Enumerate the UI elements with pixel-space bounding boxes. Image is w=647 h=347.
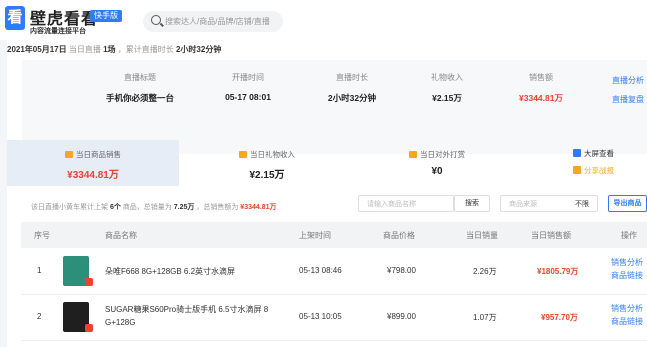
stat-label: 直播时长 [336, 73, 368, 82]
cart-icon [65, 151, 73, 158]
live-tag-icon [85, 324, 93, 332]
table-header: 序号 商品名称 上架时间 商品价格 当日销量 当日销售额 操作 [21, 222, 647, 248]
th-name: 商品名称 [105, 231, 137, 240]
stat-value[interactable]: 手机你必须整一台 [84, 92, 196, 104]
stat-value: ¥2.15万 [432, 93, 462, 103]
sales-analysis-link[interactable]: 销售分析 [611, 302, 643, 315]
sales-analysis-link[interactable]: 销售分析 [611, 256, 643, 269]
product-thumbnail[interactable] [63, 302, 93, 332]
product-link[interactable]: 商品链接 [611, 269, 643, 282]
card-value: ¥2.15万 [249, 170, 285, 181]
card-gift-income[interactable]: 当日礼物收入 ¥2.15万 [197, 140, 337, 186]
stat-label: 礼物收入 [431, 73, 463, 82]
gift-icon [239, 151, 247, 158]
summary-date: 2021年05月17日 [7, 45, 67, 54]
card-goods-sales[interactable]: 当日商品销售 ¥3344.81万 [7, 140, 179, 186]
stat-start-time: 开播时间 05-17 08:01 [208, 72, 288, 102]
stat-label: 开播时间 [232, 73, 264, 82]
live-replay-link[interactable]: 直播复盘 [612, 94, 644, 105]
source-placeholder: 商品来源 [509, 201, 537, 208]
th-index: 序号 [34, 231, 50, 240]
global-search-placeholder: 搜索达人/商品/品牌/店铺/直播 [165, 17, 270, 26]
card-label: 当日礼物收入 [197, 149, 337, 160]
card-tips-out[interactable]: 当日对外打赏 ¥0 [367, 140, 507, 186]
goods-source-select[interactable]: 商品来源 不限 [500, 195, 598, 212]
row-index: 1 [37, 266, 42, 275]
live-tag-icon [85, 278, 93, 286]
product-thumbnail[interactable] [63, 256, 93, 286]
table-row: 1 朵唯F668 8G+128GB 6.2英寸水滴屏 05-13 08:46 ¥… [21, 248, 647, 295]
big-screen-link[interactable]: 大屏查看 [573, 148, 614, 159]
stat-duration: 直播时长 2小时32分钟 [312, 72, 392, 104]
row-index: 2 [37, 312, 42, 321]
export-goods-button[interactable]: 导出商品 [608, 195, 647, 212]
row-price: ¥798.00 [387, 266, 416, 275]
gift-icon [409, 151, 417, 158]
product-link[interactable]: 商品链接 [611, 315, 643, 328]
summary-live-prefix: 当日直播 [68, 45, 101, 54]
search-icon [151, 15, 161, 25]
th-time[interactable]: 上架时间 [299, 230, 331, 241]
th-volume[interactable]: 当日销量 [466, 230, 498, 241]
row-product-name[interactable]: SUGAR糖果S60Pro骑士版手机 6.5寸水滴屏 8 G+128G [105, 303, 268, 329]
share-report-link[interactable]: 分享战报 [573, 165, 614, 176]
monitor-icon [573, 149, 581, 157]
global-search[interactable]: 搜索达人/商品/品牌/店铺/直播 [143, 11, 283, 32]
stat-value: 05-17 08:01 [225, 92, 271, 102]
summary-duration: 2小时32分钟 [175, 45, 222, 54]
live-analysis-link[interactable]: 直播分析 [612, 75, 644, 86]
stat-value: ¥3344.81万 [519, 93, 563, 103]
top-header: 看 壁虎看看 快手版 内容流量连接平台 搜索达人/商品/品牌/店铺/直播 [0, 0, 647, 40]
row-product-name[interactable]: 朵唯F668 8G+128GB 6.2英寸水滴屏 [105, 266, 235, 277]
row-ops: 销售分析 商品链接 [611, 302, 643, 328]
source-value: 不限 [575, 201, 589, 208]
stat-label: 直播标题 [124, 73, 156, 82]
brand-subtitle: 内容流量连接平台 [30, 28, 86, 35]
goods-volume: 7.25万 [173, 204, 195, 211]
logo-icon[interactable]: 看 [5, 6, 25, 30]
stat-sales: 销售额 ¥3344.81万 [500, 72, 582, 104]
goods-amount: ¥3344.81万 [240, 204, 277, 211]
row-time: 05-13 10:05 [299, 312, 342, 321]
row-price: ¥899.00 [387, 312, 416, 321]
th-ops: 操作 [621, 231, 637, 240]
row-amount: ¥957.70万 [541, 313, 578, 322]
summary-live-count: 1场 [103, 45, 116, 54]
screen-links: 大屏查看 分享战报 [573, 148, 614, 182]
daily-cards: 当日商品销售 ¥3344.81万 当日礼物收入 ¥2.15万 当日对外打赏 ¥0 [7, 140, 647, 186]
stat-label: 销售额 [529, 73, 553, 82]
stat-gift-income: 礼物收入 ¥2.15万 [412, 72, 482, 104]
summary-line: 2021年05月17日 当日直播 1场 ，累计直播时长 2小时32分钟 [7, 44, 221, 55]
summary-duration-prefix: ，累计直播时长 [117, 45, 174, 54]
stat-title: 直播标题 手机你必须整一台 [84, 72, 196, 104]
card-label: 当日对外打赏 [367, 149, 507, 160]
main-panel: 2021年05月17日 当日直播 1场 ，累计直播时长 2小时32分钟 直播标题… [7, 40, 647, 347]
th-amount[interactable]: 当日销售额 [531, 230, 571, 241]
row-time: 05-13 08:46 [299, 266, 342, 275]
card-value: ¥3344.81万 [67, 170, 119, 181]
goods-summary: 该日直播小黄车累计上架 6个 商品，总销量为 7.25万 ，总销售额为 ¥334… [31, 204, 277, 211]
stat-value: 2小时32分钟 [327, 93, 377, 103]
edition-badge: 快手版 [90, 10, 122, 22]
goods-search-button[interactable]: 搜索 [454, 195, 490, 212]
row-volume: 1.07万 [473, 313, 497, 322]
goods-search-input[interactable]: 请输入商品名称 [358, 195, 454, 212]
row-volume: 2.26万 [473, 267, 497, 276]
card-value: ¥0 [431, 166, 443, 177]
row-amount: ¥1805.79万 [537, 267, 579, 276]
card-label: 当日商品销售 [7, 149, 179, 160]
row-ops: 销售分析 商品链接 [611, 256, 643, 282]
goods-count: 6个 [109, 204, 121, 211]
table-row: 2 SUGAR糖果S60Pro骑士版手机 6.5寸水滴屏 8 G+128G 05… [21, 294, 647, 341]
share-icon [573, 166, 581, 174]
th-price[interactable]: 商品价格 [383, 230, 415, 241]
